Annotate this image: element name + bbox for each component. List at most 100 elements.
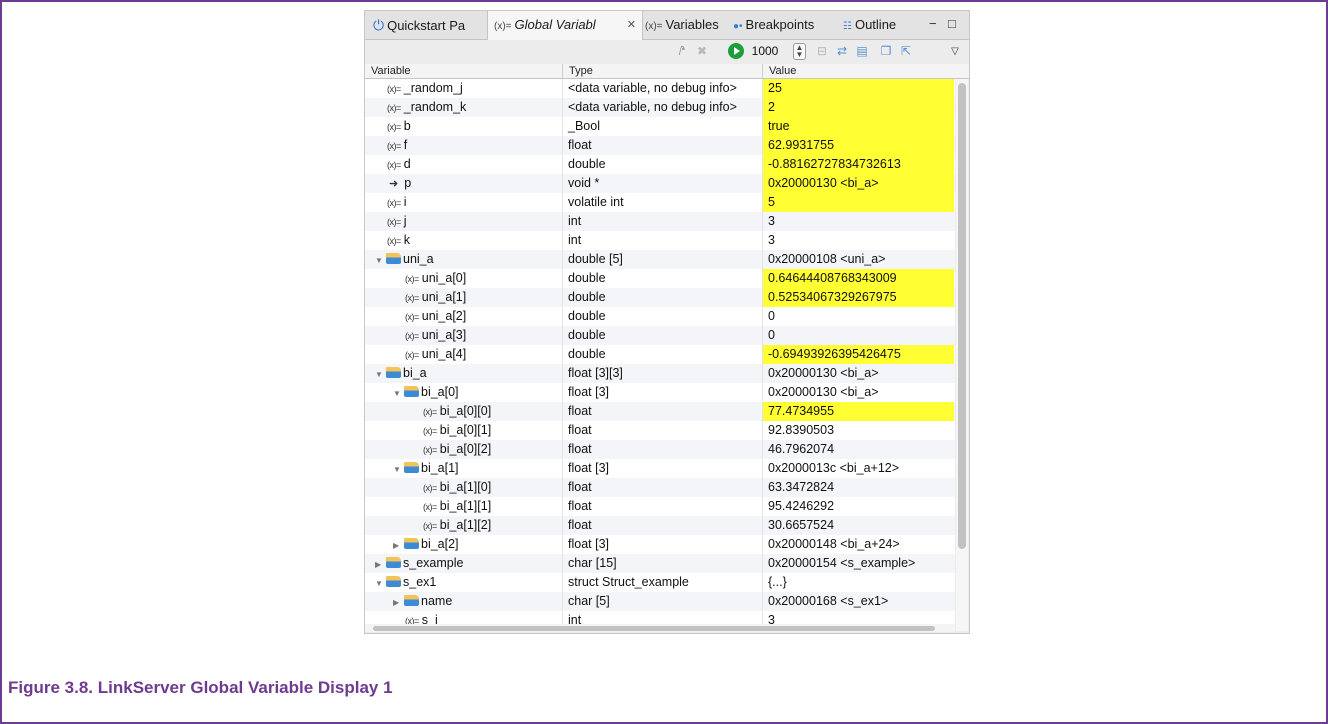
tab-outline[interactable]: ☷ Outline (843, 11, 896, 39)
collapsed-chevron-icon[interactable]: ▶ (393, 593, 403, 611)
value-cell[interactable]: 95.4246292 (762, 497, 954, 516)
collapse-icon[interactable]: ⊟ (815, 43, 829, 60)
value-cell[interactable]: 2 (762, 98, 954, 117)
table-row[interactable]: (x)= b _Bool true (365, 117, 955, 136)
collapsed-chevron-icon[interactable]: ▶ (375, 555, 385, 573)
value-cell[interactable]: 25 (762, 79, 954, 98)
table-row[interactable]: (x)= bi_a[1][1] float 95.4246292 (365, 497, 955, 516)
tab-quickstart[interactable]: ⏻ Quickstart Pa (373, 11, 465, 39)
value-cell[interactable]: 0x20000130 <bi_a> (762, 364, 954, 383)
value-cell[interactable]: 92.8390503 (762, 421, 954, 440)
add-variable-icon[interactable]: ⭚ (671, 43, 693, 60)
table-row[interactable]: (x)= bi_a[1][2] float 30.6657524 (365, 516, 955, 535)
table-row[interactable]: ▼ s_ex1 struct Struct_example {...} (365, 573, 955, 592)
table-row[interactable]: (x)= uni_a[4] double -0.69493926395426475 (365, 345, 955, 364)
expanded-chevron-icon[interactable]: ▼ (375, 251, 385, 269)
type-cell: float (562, 478, 761, 497)
table-row[interactable]: (x)= bi_a[1][0] float 63.3472824 (365, 478, 955, 497)
remove-icon[interactable]: ✖ (695, 43, 709, 60)
pointer-icon: ➜ (389, 178, 399, 190)
table-row[interactable]: (x)= bi_a[0][0] float 77.4734955 (365, 402, 955, 421)
maximize-icon[interactable]: □ (948, 11, 956, 39)
minimize-icon[interactable]: − (929, 11, 937, 39)
table-row[interactable]: ▶ name char [5] 0x20000168 <s_ex1> (365, 592, 955, 611)
value-cell[interactable]: -0.88162727834732613 (762, 155, 954, 174)
value-cell[interactable]: 0 (762, 307, 954, 326)
value-cell[interactable]: 0 (762, 326, 954, 345)
value-cell[interactable]: -0.69493926395426475 (762, 345, 954, 364)
expanded-chevron-icon[interactable]: ▼ (375, 365, 385, 383)
table-row[interactable]: (x)= uni_a[0] double 0.64644408768343009 (365, 269, 955, 288)
value-cell[interactable]: 46.7962074 (762, 440, 954, 459)
table-row[interactable]: (x)= uni_a[3] double 0 (365, 326, 955, 345)
value-cell[interactable]: {...} (762, 573, 954, 592)
new-view-icon[interactable]: ❐ (879, 43, 893, 60)
value-cell[interactable]: 0x20000130 <bi_a> (762, 383, 954, 402)
variable-cell: (x)= f (365, 136, 561, 155)
table-row[interactable]: (x)= _random_k <data variable, no debug i… (365, 98, 955, 117)
start-refresh-icon[interactable] (728, 43, 744, 59)
value-cell[interactable]: 0x20000154 <s_example> (762, 554, 954, 573)
outline-icon: ☷ (843, 21, 852, 32)
value-cell[interactable]: true (762, 117, 954, 136)
tab-variables[interactable]: (x)= Variables (645, 11, 719, 39)
value-cell[interactable]: 3 (762, 212, 954, 231)
table-row[interactable]: (x)= uni_a[1] double 0.52534067329267975 (365, 288, 955, 307)
refresh-interval-value[interactable]: 1000 (749, 43, 781, 60)
vertical-scroll-thumb[interactable] (958, 83, 966, 549)
column-header-type[interactable]: Type (562, 64, 762, 78)
horizontal-scrollbar[interactable] (365, 624, 955, 632)
table-row[interactable]: (x)= k int 3 (365, 231, 955, 250)
table-row[interactable]: (x)= j int 3 (365, 212, 955, 231)
value-cell[interactable]: 62.9931755 (762, 136, 954, 155)
expanded-chevron-icon[interactable]: ▼ (393, 384, 403, 402)
type-cell: float [3] (562, 535, 761, 554)
column-header-value[interactable]: Value (762, 64, 955, 78)
interval-stepper[interactable]: ▲ ▼ (793, 43, 806, 60)
table-row[interactable]: (x)= uni_a[2] double 0 (365, 307, 955, 326)
value-cell[interactable]: 0.64644408768343009 (762, 269, 954, 288)
horizontal-scroll-thumb[interactable] (373, 626, 935, 631)
value-cell[interactable]: 3 (762, 231, 954, 250)
table-row[interactable]: ▶ s_example char [15] 0x20000154 <s_examp… (365, 554, 955, 573)
value-cell[interactable]: 0x20000108 <uni_a> (762, 250, 954, 269)
value-cell[interactable]: 0x20000148 <bi_a+24> (762, 535, 954, 554)
table-row[interactable]: (x)= bi_a[0][2] float 46.7962074 (365, 440, 955, 459)
table-row[interactable]: ▼ bi_a float [3][3] 0x20000130 <bi_a> (365, 364, 955, 383)
value-cell[interactable]: 63.3472824 (762, 478, 954, 497)
variable-cell: ▼ uni_a (365, 250, 561, 269)
table-row[interactable]: (x)= _random_j <data variable, no debug i… (365, 79, 955, 98)
table-row[interactable]: ▼ uni_a double [5] 0x20000108 <uni_a> (365, 250, 955, 269)
value-cell[interactable]: 0x20000168 <s_ex1> (762, 592, 954, 611)
tab-global-variables[interactable]: (x)= Global Variabl ✕ (487, 11, 643, 40)
collapsed-chevron-icon[interactable]: ▶ (393, 536, 403, 554)
type-cell: double (562, 307, 761, 326)
expanded-chevron-icon[interactable]: ▼ (375, 574, 385, 592)
tab-label: Global Variabl (514, 17, 596, 32)
view-menu-icon[interactable]: ▽ (949, 43, 961, 60)
layout-icon[interactable]: ▤ (855, 43, 869, 60)
export-icon[interactable]: ⇱ (899, 43, 913, 60)
table-row[interactable]: ▼ bi_a[0] float [3] 0x20000130 <bi_a> (365, 383, 955, 402)
value-cell[interactable]: 77.4734955 (762, 402, 954, 421)
column-header-variable[interactable]: Variable (365, 64, 562, 78)
table-row[interactable]: (x)= i volatile int 5 (365, 193, 955, 212)
value-cell[interactable]: 30.6657524 (762, 516, 954, 535)
struct-folder-icon (386, 576, 401, 587)
expanded-chevron-icon[interactable]: ▼ (393, 460, 403, 478)
table-row[interactable]: (x)= d double -0.88162727834732613 (365, 155, 955, 174)
table-row[interactable]: ▶ bi_a[2] float [3] 0x20000148 <bi_a+24> (365, 535, 955, 554)
table-row[interactable]: (x)= bi_a[0][1] float 92.8390503 (365, 421, 955, 440)
value-cell[interactable]: 0.52534067329267975 (762, 288, 954, 307)
table-row[interactable]: (x)= f float 62.9931755 (365, 136, 955, 155)
value-cell[interactable]: 0x2000013c <bi_a+12> (762, 459, 954, 478)
close-icon[interactable]: ✕ (627, 11, 636, 39)
value-cell[interactable]: 0x20000130 <bi_a> (762, 174, 954, 193)
table-row[interactable]: ➜ p void * 0x20000130 <bi_a> (365, 174, 955, 193)
vertical-scrollbar[interactable] (956, 79, 968, 631)
table-row[interactable]: ▼ bi_a[1] float [3] 0x2000013c <bi_a+12> (365, 459, 955, 478)
variable-name: j (403, 214, 407, 228)
tab-breakpoints[interactable]: ●• Breakpoints (733, 11, 814, 39)
sort-icon[interactable]: ⇄ (835, 43, 849, 60)
value-cell[interactable]: 5 (762, 193, 954, 212)
